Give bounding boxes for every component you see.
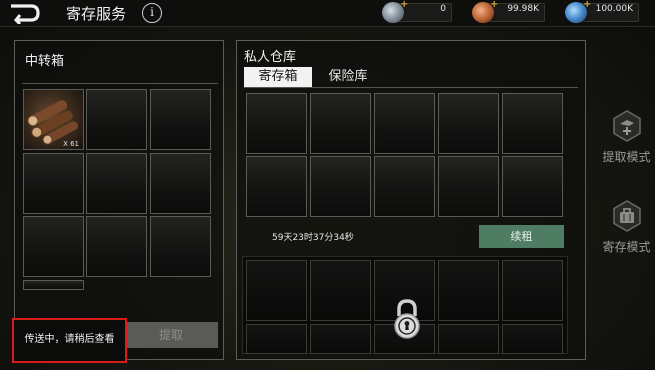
add-currency-icon[interactable]: + — [400, 0, 408, 10]
storage-slot[interactable] — [438, 93, 499, 154]
inventory-slot[interactable] — [150, 216, 211, 277]
locked-slot — [438, 324, 499, 354]
storage-slot[interactable] — [246, 93, 307, 154]
storage-slot[interactable] — [310, 156, 371, 217]
currency-value: 0 — [440, 4, 446, 14]
inventory-slot[interactable] — [86, 216, 147, 277]
extract-mode-label: 提取模式 — [602, 150, 651, 164]
locked-slot — [310, 260, 371, 321]
extract-mode-icon — [612, 110, 641, 142]
divider — [22, 83, 218, 84]
transfer-box-title: 中转箱 — [25, 54, 65, 69]
renew-button[interactable]: 续租 — [479, 225, 564, 248]
currency-value: 99.98K — [507, 4, 539, 14]
storage-slot[interactable] — [374, 93, 435, 154]
rental-timer: 59天23时37分34秒 — [272, 233, 354, 243]
locked-slot — [246, 260, 307, 321]
divider — [244, 87, 578, 88]
extract-button[interactable]: 提取 — [124, 322, 218, 348]
storage-slot[interactable] — [310, 93, 371, 154]
back-arrow-icon — [11, 4, 40, 26]
inventory-slot[interactable] — [150, 89, 211, 150]
inventory-slot[interactable] — [150, 153, 211, 214]
locked-slot — [502, 324, 563, 354]
info-button[interactable]: i — [142, 3, 162, 23]
locked-slot — [310, 324, 371, 354]
inventory-slot-wood[interactable]: X 61 — [23, 89, 84, 150]
storage-slot[interactable] — [246, 156, 307, 217]
transfer-toast: 传送中，请稍后查看 — [12, 318, 127, 363]
storage-slot[interactable] — [502, 93, 563, 154]
tab-vault[interactable]: 保险库 — [318, 67, 378, 87]
deposit-mode-label: 寄存模式 — [602, 240, 651, 254]
inventory-slot[interactable] — [23, 216, 84, 277]
inventory-slot[interactable] — [23, 280, 84, 290]
item-quantity: X 61 — [63, 140, 79, 148]
inventory-slot[interactable] — [86, 89, 147, 150]
back-button[interactable] — [8, 2, 42, 26]
inventory-slot[interactable] — [86, 153, 147, 214]
add-currency-icon[interactable]: + — [583, 0, 591, 10]
storage-slot[interactable] — [374, 156, 435, 217]
locked-slot — [438, 260, 499, 321]
extract-mode-button[interactable]: 提取模式 — [598, 110, 655, 165]
add-currency-icon[interactable]: + — [490, 0, 498, 10]
private-storage-title: 私人仓库 — [244, 50, 297, 65]
tab-deposit-box[interactable]: 寄存箱 — [244, 67, 312, 87]
deposit-mode-button[interactable]: 寄存模式 — [598, 200, 655, 255]
locked-slot — [502, 260, 563, 321]
inventory-slot[interactable] — [23, 153, 84, 214]
currency-silver[interactable]: + 0 — [382, 0, 452, 23]
storage-slot[interactable] — [502, 156, 563, 217]
currency-value: 100.00K — [595, 4, 633, 14]
top-bar: 寄存服务 i + 0 + 99.98K + 100.00K — [0, 0, 655, 27]
storage-slot[interactable] — [438, 156, 499, 217]
deposit-mode-icon — [612, 200, 641, 232]
padlock-icon[interactable] — [390, 298, 424, 340]
page-title: 寄存服务 — [66, 5, 127, 23]
currency-blue[interactable]: + 100.00K — [565, 0, 639, 23]
locked-slot — [246, 324, 307, 354]
currency-copper[interactable]: + 99.98K — [472, 0, 545, 23]
